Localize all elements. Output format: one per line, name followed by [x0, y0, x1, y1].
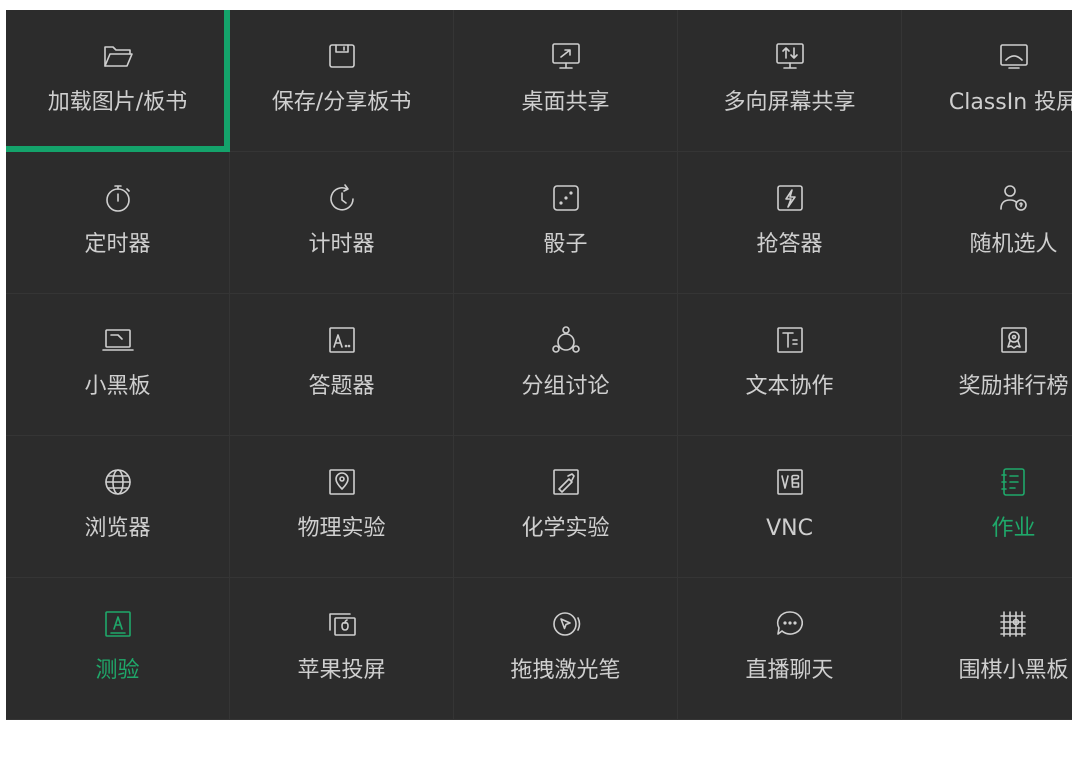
- tool-label: 桌面共享: [521, 90, 610, 115]
- tool-label: 围棋小黑板: [958, 658, 1069, 683]
- vnc-icon: [770, 462, 810, 502]
- tool-label: 拖拽激光笔: [510, 658, 621, 683]
- screen-share-icon: [546, 36, 586, 76]
- text-collaboration-icon: [770, 320, 810, 360]
- tool-label: 骰子: [543, 232, 588, 257]
- buzzer-icon: [770, 178, 810, 218]
- tool-timer[interactable]: 定时器: [6, 152, 230, 294]
- tool-label: 浏览器: [84, 516, 151, 541]
- tool-label: 化学实验: [521, 516, 610, 541]
- tool-vnc[interactable]: VNC: [678, 436, 902, 578]
- live-chat-icon: [770, 604, 810, 644]
- tool-group-discussion[interactable]: 分组讨论: [454, 294, 678, 436]
- tool-label: ClassIn 投屏: [948, 90, 1072, 115]
- cast-icon: [994, 36, 1034, 76]
- tool-answer-sheet[interactable]: 答题器: [230, 294, 454, 436]
- tool-label: 保存/分享板书: [271, 90, 412, 115]
- tool-quiz[interactable]: 测验: [6, 578, 230, 720]
- multi-screen-share-icon: [770, 36, 810, 76]
- answer-sheet-icon: [322, 320, 362, 360]
- tool-chemistry-lab[interactable]: 化学实验: [454, 436, 678, 578]
- save-icon: [322, 36, 362, 76]
- tool-label: 小黑板: [84, 374, 151, 399]
- go-board-icon: [994, 604, 1034, 644]
- small-blackboard-icon: [98, 320, 138, 360]
- award-ranking-icon: [994, 320, 1034, 360]
- timer-icon: [98, 178, 138, 218]
- tool-grid: 加载图片/板书 保存/分享板书 桌面共享 多向屏幕共享 ClassIn 投屏 定…: [6, 10, 1072, 720]
- apple-cast-icon: [322, 604, 362, 644]
- tool-label: 定时器: [84, 232, 151, 257]
- tool-classin-cast[interactable]: ClassIn 投屏: [902, 10, 1072, 152]
- tool-go-board[interactable]: 围棋小黑板: [902, 578, 1072, 720]
- group-discussion-icon: [546, 320, 586, 360]
- tool-homework[interactable]: 作业: [902, 436, 1072, 578]
- tool-stopwatch[interactable]: 计时器: [230, 152, 454, 294]
- tool-label: 作业: [991, 516, 1036, 541]
- globe-icon: [98, 462, 138, 502]
- toolbox-panel: 加载图片/板书 保存/分享板书 桌面共享 多向屏幕共享 ClassIn 投屏 定…: [6, 10, 1072, 720]
- tool-load-image[interactable]: 加载图片/板书: [6, 10, 230, 152]
- tool-label: 奖励排行榜: [958, 374, 1069, 399]
- stopwatch-icon: [322, 178, 362, 218]
- random-user-icon: [994, 178, 1034, 218]
- tool-award-ranking[interactable]: 奖励排行榜: [902, 294, 1072, 436]
- tool-browser[interactable]: 浏览器: [6, 436, 230, 578]
- tool-apple-cast[interactable]: 苹果投屏: [230, 578, 454, 720]
- physics-lab-icon: [322, 462, 362, 502]
- tool-label: 随机选人: [969, 232, 1058, 257]
- tool-dice[interactable]: 骰子: [454, 152, 678, 294]
- tool-label: 计时器: [308, 232, 375, 257]
- folder-icon: [98, 36, 138, 76]
- tool-label: VNC: [766, 516, 813, 541]
- tool-label: 多向屏幕共享: [723, 90, 856, 115]
- dice-icon: [546, 178, 586, 218]
- homework-icon: [994, 462, 1034, 502]
- tool-label: 分组讨论: [521, 374, 610, 399]
- tool-screen-share[interactable]: 桌面共享: [454, 10, 678, 152]
- tool-label: 抢答器: [756, 232, 823, 257]
- tool-buzzer[interactable]: 抢答器: [678, 152, 902, 294]
- laser-pointer-icon: [546, 604, 586, 644]
- tool-multi-screen-share[interactable]: 多向屏幕共享: [678, 10, 902, 152]
- tool-label: 加载图片/板书: [47, 90, 188, 115]
- tool-label: 测验: [95, 658, 140, 683]
- tool-save-share[interactable]: 保存/分享板书: [230, 10, 454, 152]
- quiz-icon: [98, 604, 138, 644]
- tool-label: 直播聊天: [745, 658, 834, 683]
- tool-random-pick[interactable]: 随机选人: [902, 152, 1072, 294]
- tool-label: 答题器: [308, 374, 375, 399]
- chemistry-lab-icon: [546, 462, 586, 502]
- tool-physics-lab[interactable]: 物理实验: [230, 436, 454, 578]
- tool-label: 苹果投屏: [297, 658, 386, 683]
- tool-laser-pointer[interactable]: 拖拽激光笔: [454, 578, 678, 720]
- tool-text-collaboration[interactable]: 文本协作: [678, 294, 902, 436]
- tool-label: 物理实验: [297, 516, 386, 541]
- tool-small-blackboard[interactable]: 小黑板: [6, 294, 230, 436]
- tool-label: 文本协作: [745, 374, 834, 399]
- tool-live-chat[interactable]: 直播聊天: [678, 578, 902, 720]
